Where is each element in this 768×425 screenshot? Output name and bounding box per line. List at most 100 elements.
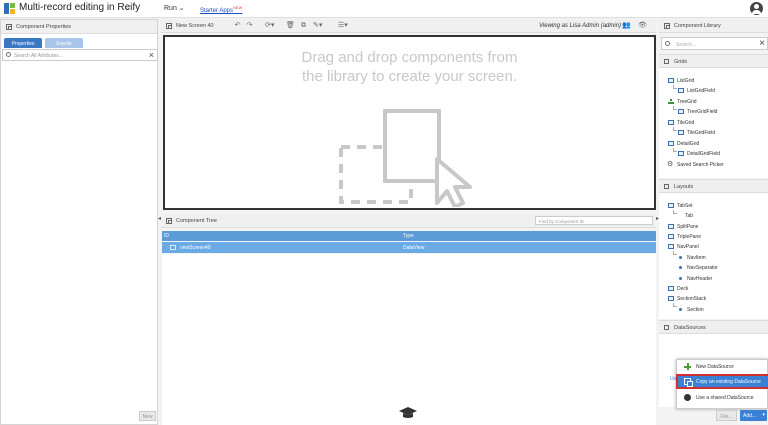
- search-placeholder: Search...: [676, 41, 697, 48]
- attribute-search-input[interactable]: Search All Attributes... ×: [2, 49, 158, 61]
- tree-icon: [668, 99, 674, 104]
- clear-icon[interactable]: ×: [759, 38, 765, 49]
- panel-title: Component Tree: [176, 218, 217, 224]
- tree-connector: [673, 85, 677, 89]
- gear-icon: [667, 160, 674, 168]
- item-label: NavPanel: [677, 244, 699, 250]
- list-item[interactable]: ListGrid: [668, 78, 695, 84]
- tree-body: [162, 254, 656, 425]
- search-icon: [665, 41, 670, 46]
- item-label: NavItem: [687, 255, 706, 261]
- panel-title: Component Properties: [16, 24, 72, 30]
- graduation-cap-icon[interactable]: [399, 407, 417, 419]
- add-datasource-menu: New DataSource Copy an existing DataSour…: [676, 359, 768, 409]
- chevron-down-icon: ▾: [762, 412, 765, 418]
- list-item[interactable]: DetailGrid: [668, 141, 700, 147]
- panel-title: Component Library: [674, 23, 721, 29]
- user-account-icon[interactable]: [750, 2, 763, 15]
- section-header[interactable]: DataSources: [659, 320, 768, 334]
- copy-icon[interactable]: ⧉: [299, 22, 308, 30]
- list-item[interactable]: Section: [679, 307, 704, 313]
- redo-icon[interactable]: ↷: [245, 22, 254, 30]
- chevron-down-icon[interactable]: ⌄: [124, 3, 131, 12]
- section-header[interactable]: Grids: [659, 54, 768, 68]
- starter-apps-link[interactable]: Starter AppsNEW: [200, 5, 242, 14]
- drop-zone[interactable]: Drag and drop components from the librar…: [163, 35, 656, 210]
- grid-field-icon: [678, 88, 684, 93]
- find-component-input[interactable]: Find by Component ID: [535, 216, 653, 225]
- list-item[interactable]: NavSeparator: [679, 265, 718, 271]
- section-body: ListGrid ListGridField TreeGrid TreeGrid…: [659, 68, 768, 178]
- section-title: Grids: [674, 59, 688, 65]
- tree-connector: [673, 251, 677, 255]
- menu-item-label: Copy an existing DataSource: [696, 379, 761, 385]
- nav-panel-icon: [668, 244, 674, 249]
- menu-item-copy-datasource[interactable]: Copy an existing DataSource: [676, 374, 768, 389]
- list-item[interactable]: TreeGrid: [668, 99, 697, 105]
- list-item[interactable]: NavItem: [679, 255, 706, 261]
- list-item[interactable]: SectionStack: [668, 296, 706, 302]
- list-item[interactable]: TileGridField: [678, 130, 715, 136]
- item-label: ListGridField: [687, 88, 716, 94]
- list-item[interactable]: ListGridField: [678, 88, 716, 94]
- clear-icon[interactable]: ×: [149, 50, 154, 60]
- list-item[interactable]: TileGrid: [668, 120, 694, 126]
- column-header-type[interactable]: Type: [403, 233, 414, 239]
- section-header[interactable]: Layouts: [659, 179, 768, 193]
- trash-icon[interactable]: 🗑: [286, 22, 295, 30]
- nav-header-icon: [678, 276, 684, 281]
- menu-item-shared-datasource[interactable]: Use a shared DataSource: [677, 391, 768, 404]
- search-icon: [6, 52, 11, 57]
- library-icon: [664, 23, 670, 29]
- eye-icon[interactable]: 👁: [638, 22, 647, 30]
- item-label: NavSeparator: [687, 265, 718, 271]
- users-icon[interactable]: 👥: [622, 22, 631, 30]
- item-label: ListGrid: [677, 78, 695, 84]
- list-item[interactable]: TreeGridField: [678, 109, 717, 115]
- refresh-menu-icon[interactable]: ⟳▾: [265, 22, 274, 30]
- list-item[interactable]: TriplePane: [668, 234, 701, 240]
- list-menu-icon[interactable]: ☰▾: [338, 22, 348, 30]
- item-label: DetailGrid: [677, 141, 700, 147]
- list-item[interactable]: Saved Search Picker: [667, 160, 724, 168]
- datasources-section-icon: [664, 325, 669, 330]
- viewing-as-label[interactable]: Viewing as Lisa Admin (admin): [539, 23, 621, 29]
- tab-events[interactable]: Events: [45, 38, 83, 48]
- list-item[interactable]: TabSet: [668, 203, 693, 209]
- library-search-input[interactable]: Search... ×: [661, 37, 768, 50]
- table-row[interactable]: newScreen40 DataView: [162, 242, 656, 253]
- list-item[interactable]: Tab: [685, 213, 693, 219]
- item-label: Section: [687, 307, 704, 313]
- app-title[interactable]: Multi-record editing in Reify: [19, 2, 140, 13]
- add-button[interactable]: Add... ▾: [740, 410, 767, 421]
- screen-canvas: New Screen 40 ↶ ↷ ⟳▾ 🗑 ⧉ ✎▾ ☰▾ Viewing a…: [161, 19, 656, 213]
- drop-instructions-line1: Drag and drop components from: [301, 49, 518, 66]
- drag-drop-illustration-icon: [339, 109, 472, 207]
- menu-item-new-datasource[interactable]: New DataSource: [677, 360, 768, 373]
- screen-name[interactable]: New Screen 40: [176, 23, 214, 29]
- drop-instructions-line2: the library to create your screen.: [301, 68, 518, 85]
- list-item[interactable]: NavHeader: [679, 276, 712, 282]
- column-header-id[interactable]: ID: [164, 233, 169, 239]
- run-menu[interactable]: Run ⌄: [164, 4, 185, 12]
- edit-menu-icon[interactable]: ✎▾: [313, 22, 322, 30]
- tab-properties[interactable]: Properties: [4, 38, 42, 48]
- shared-datasource-icon: [684, 394, 691, 401]
- list-item[interactable]: SplitPane: [668, 224, 698, 230]
- tree-connector: [673, 148, 677, 152]
- tile-grid-icon: [668, 120, 674, 125]
- copy-icon: [684, 378, 693, 387]
- list-item[interactable]: Deck: [668, 286, 688, 292]
- panel-header: Component Library: [659, 19, 768, 33]
- tree-connector: [673, 106, 677, 110]
- file-button[interactable]: File...: [716, 410, 737, 421]
- layouts-section-icon: [664, 184, 669, 189]
- new-button[interactable]: New: [139, 411, 156, 421]
- list-item[interactable]: DetailGridField: [678, 151, 720, 157]
- nav-item-icon: [678, 255, 684, 260]
- undo-icon[interactable]: ↶: [233, 22, 242, 30]
- list-item[interactable]: NavPanel: [668, 244, 699, 250]
- tree-panel-icon: [166, 218, 172, 224]
- component-library-panel: Component Library Search... × Grids List…: [659, 19, 768, 425]
- item-label: Saved Search Picker: [677, 162, 724, 168]
